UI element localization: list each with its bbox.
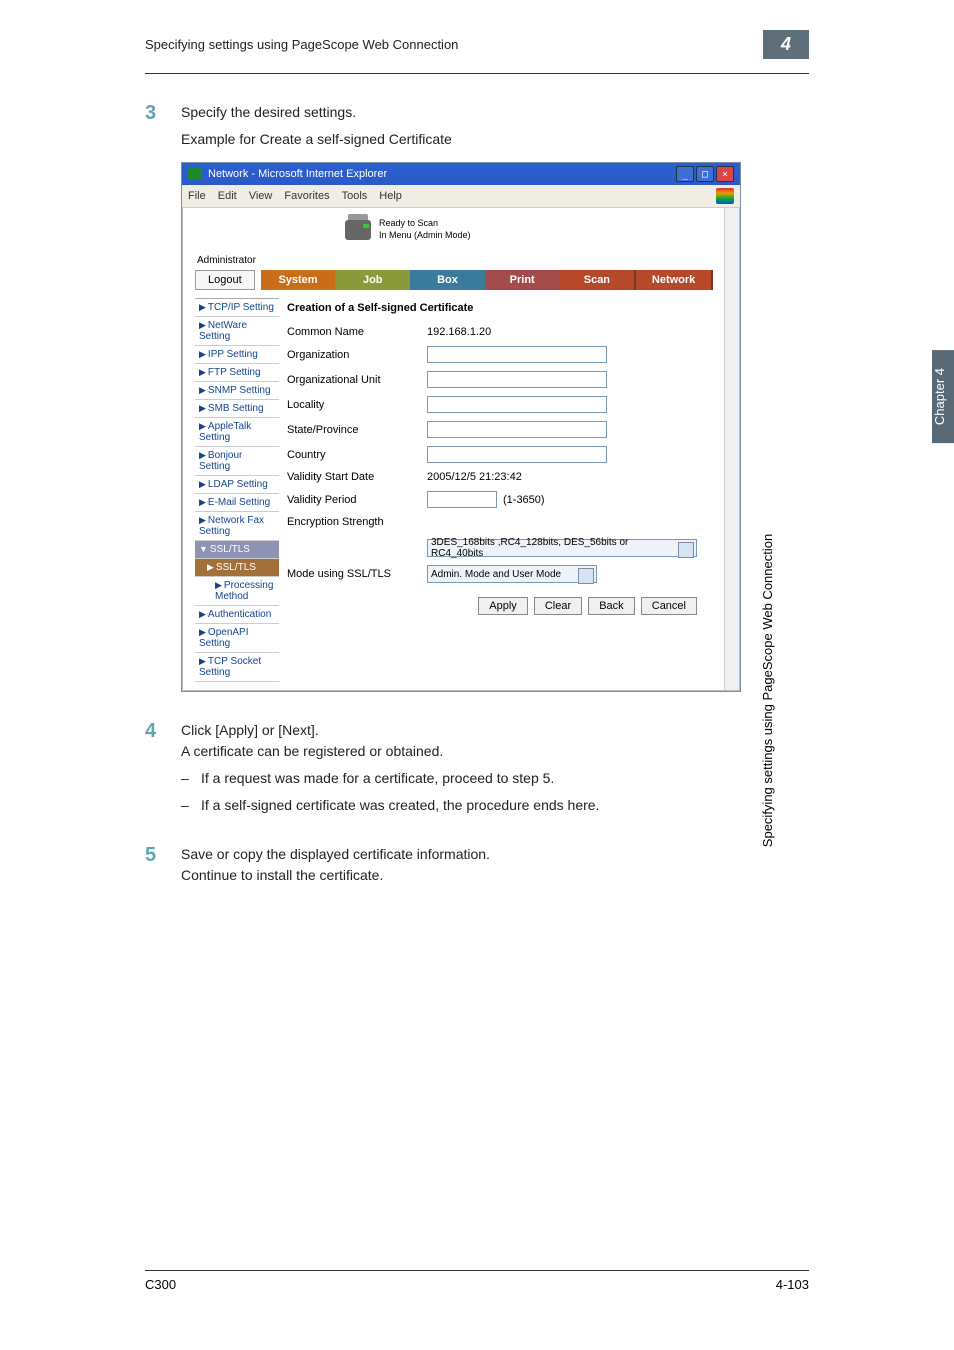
page-header-title: Specifying settings using PageScope Web … bbox=[145, 37, 763, 52]
tab-job[interactable]: Job bbox=[335, 270, 410, 290]
step-3-number: 3 bbox=[145, 102, 181, 150]
chevron-right-icon: ▶ bbox=[199, 656, 206, 666]
step-3-line-2: Example for Create a self-signed Certifi… bbox=[181, 129, 809, 150]
status-text-2: In Menu (Admin Mode) bbox=[379, 230, 471, 242]
sidebar-item-networkfax[interactable]: ▶Network Fax Setting bbox=[195, 512, 279, 541]
footer-left: C300 bbox=[145, 1277, 176, 1292]
header-rule bbox=[145, 73, 809, 74]
sidebar-item-ssltls-group[interactable]: ▼SSL/TLS bbox=[195, 541, 279, 559]
menu-file[interactable]: File bbox=[188, 190, 206, 202]
chevron-right-icon: ▶ bbox=[199, 403, 206, 413]
logout-button[interactable]: Logout bbox=[195, 270, 255, 290]
label-validity-period: Validity Period bbox=[287, 494, 427, 506]
menu-favorites[interactable]: Favorites bbox=[284, 190, 329, 202]
input-country[interactable] bbox=[427, 446, 607, 463]
chevron-right-icon: ▶ bbox=[199, 421, 206, 431]
label-encryption: Encryption Strength bbox=[287, 516, 427, 528]
sidebar-item-ssltls[interactable]: ▶SSL/TLS bbox=[195, 559, 279, 577]
tab-network[interactable]: Network bbox=[634, 270, 713, 290]
clear-button[interactable]: Clear bbox=[534, 597, 582, 615]
menu-tools[interactable]: Tools bbox=[342, 190, 368, 202]
dash-icon: – bbox=[181, 768, 201, 789]
admin-label: Administrator bbox=[195, 255, 713, 266]
chevron-right-icon: ▶ bbox=[199, 497, 206, 507]
sidebar-item-ftp[interactable]: ▶FTP Setting bbox=[195, 364, 279, 382]
sidebar: ▶TCP/IP Setting ▶NetWare Setting ▶IPP Se… bbox=[195, 298, 279, 682]
chevron-down-icon: ▼ bbox=[199, 544, 208, 554]
input-org-unit[interactable] bbox=[427, 371, 607, 388]
sidebar-item-tcpip[interactable]: ▶TCP/IP Setting bbox=[195, 299, 279, 317]
validity-period-range: (1-3650) bbox=[503, 494, 545, 506]
sidebar-item-bonjour[interactable]: ▶Bonjour Setting bbox=[195, 447, 279, 476]
select-mode-ssltls[interactable]: Admin. Mode and User Mode bbox=[427, 565, 597, 583]
menu-view[interactable]: View bbox=[249, 190, 273, 202]
step-4-number: 4 bbox=[145, 720, 181, 816]
menubar: File Edit View Favorites Tools Help bbox=[182, 185, 740, 208]
chevron-right-icon: ▶ bbox=[199, 627, 206, 637]
chevron-right-icon: ▶ bbox=[199, 367, 206, 377]
chevron-right-icon: ▶ bbox=[199, 609, 206, 619]
sidebar-item-auth[interactable]: ▶Authentication bbox=[195, 606, 279, 624]
chevron-right-icon: ▶ bbox=[199, 320, 206, 330]
label-locality: Locality bbox=[287, 399, 427, 411]
sidebar-item-processing[interactable]: ▶Processing Method bbox=[195, 577, 279, 606]
side-chapter-tab: Chapter 4 bbox=[932, 350, 954, 443]
sidebar-item-smb[interactable]: ▶SMB Setting bbox=[195, 400, 279, 418]
label-organization: Organization bbox=[287, 349, 427, 361]
label-validity-start: Validity Start Date bbox=[287, 471, 427, 483]
window-title: Network - Microsoft Internet Explorer bbox=[208, 168, 676, 180]
tab-print[interactable]: Print bbox=[485, 270, 560, 290]
chevron-right-icon: ▶ bbox=[199, 349, 206, 359]
window-titlebar: Network - Microsoft Internet Explorer _ … bbox=[182, 163, 740, 185]
sidebar-item-openapi[interactable]: ▶OpenAPI Setting bbox=[195, 624, 279, 653]
apply-button[interactable]: Apply bbox=[478, 597, 528, 615]
label-country: Country bbox=[287, 449, 427, 461]
tab-scan[interactable]: Scan bbox=[560, 270, 635, 290]
menu-edit[interactable]: Edit bbox=[218, 190, 237, 202]
sidebar-item-email[interactable]: ▶E-Mail Setting bbox=[195, 494, 279, 512]
input-validity-period[interactable] bbox=[427, 491, 497, 508]
tab-box[interactable]: Box bbox=[410, 270, 485, 290]
input-locality[interactable] bbox=[427, 396, 607, 413]
label-org-unit: Organizational Unit bbox=[287, 374, 427, 386]
close-button[interactable]: × bbox=[716, 166, 734, 182]
chevron-right-icon: ▶ bbox=[199, 450, 206, 460]
sidebar-item-ldap[interactable]: ▶LDAP Setting bbox=[195, 476, 279, 494]
chevron-right-icon: ▶ bbox=[199, 385, 206, 395]
sidebar-item-netware[interactable]: ▶NetWare Setting bbox=[195, 317, 279, 346]
maximize-button[interactable]: □ bbox=[696, 166, 714, 182]
tab-system[interactable]: System bbox=[261, 270, 336, 290]
ie-logo-icon bbox=[716, 188, 734, 204]
input-organization[interactable] bbox=[427, 346, 607, 363]
input-state[interactable] bbox=[427, 421, 607, 438]
dash-icon: – bbox=[181, 795, 201, 816]
sidebar-item-ipp[interactable]: ▶IPP Setting bbox=[195, 346, 279, 364]
sidebar-item-snmp[interactable]: ▶SNMP Setting bbox=[195, 382, 279, 400]
side-section-label: Specifying settings using PageScope Web … bbox=[760, 533, 775, 846]
ie-app-icon bbox=[188, 168, 202, 180]
step-4-bullet-1: If a request was made for a certificate,… bbox=[201, 768, 554, 789]
chevron-right-icon: ▶ bbox=[215, 580, 222, 590]
footer-right: 4-103 bbox=[776, 1277, 809, 1292]
chevron-right-icon: ▶ bbox=[199, 479, 206, 489]
menu-help[interactable]: Help bbox=[379, 190, 402, 202]
chevron-right-icon: ▶ bbox=[199, 302, 206, 312]
form-heading: Creation of a Self-signed Certificate bbox=[287, 298, 697, 322]
label-state: State/Province bbox=[287, 424, 427, 436]
step-4-bullet-2: If a self-signed certificate was created… bbox=[201, 795, 599, 816]
step-3-line-1: Specify the desired settings. bbox=[181, 102, 809, 123]
chevron-right-icon: ▶ bbox=[199, 515, 206, 525]
sidebar-item-appletalk[interactable]: ▶AppleTalk Setting bbox=[195, 418, 279, 447]
step-5-number: 5 bbox=[145, 844, 181, 886]
status-text-1: Ready to Scan bbox=[379, 218, 471, 230]
chapter-badge: 4 bbox=[763, 30, 809, 59]
label-mode-ssltls: Mode using SSL/TLS bbox=[287, 568, 427, 580]
chevron-right-icon: ▶ bbox=[207, 562, 214, 572]
chevron-down-icon bbox=[583, 571, 591, 576]
label-common-name: Common Name bbox=[287, 326, 427, 338]
printer-status-icon bbox=[345, 220, 371, 240]
sidebar-item-tcpsocket[interactable]: ▶TCP Socket Setting bbox=[195, 653, 279, 682]
value-common-name: 192.168.1.20 bbox=[427, 326, 697, 338]
minimize-button[interactable]: _ bbox=[676, 166, 694, 182]
